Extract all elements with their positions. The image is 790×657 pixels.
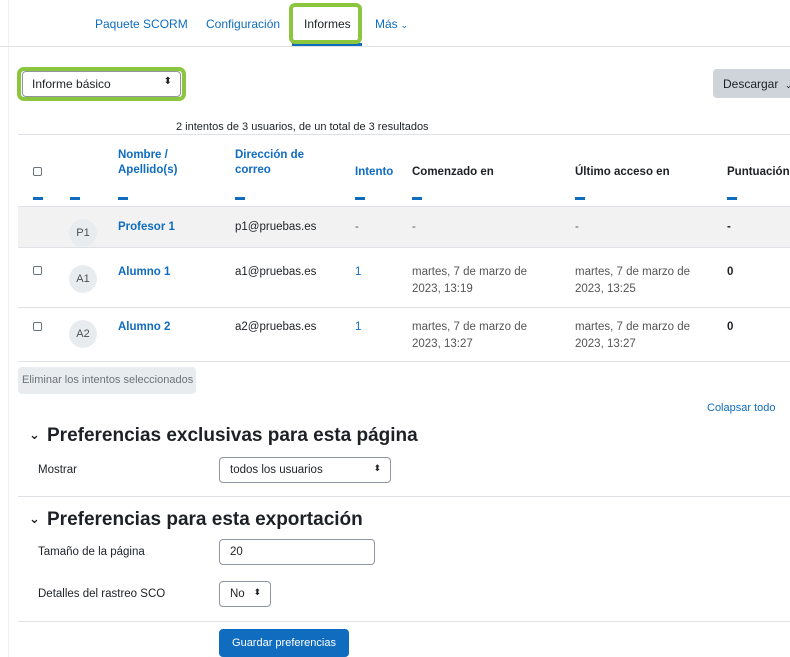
section-header-export-preferences[interactable]: ⌄ Preferencias para esta exportación <box>29 509 363 531</box>
tab-scorm-package[interactable]: Paquete SCORM <box>95 17 188 31</box>
attempt-link[interactable]: 1 <box>355 264 361 281</box>
row-divider <box>18 307 790 308</box>
collapse-column-icon[interactable] <box>412 197 422 200</box>
table-bottom-border <box>18 361 790 362</box>
started-value: martes, 7 de marzo de 2023, 13:27 <box>412 321 528 350</box>
user-email: p1@pruebas.es <box>235 221 317 233</box>
header-started[interactable]: Comenzado en <box>412 165 494 180</box>
show-users-select[interactable]: todos los usuarios ⬍ <box>219 457 391 483</box>
attempt-value: - <box>355 221 359 233</box>
last-access-value: martes, 7 de marzo de 2023, 13:25 <box>575 266 691 295</box>
collapse-all-link[interactable]: Colapsar todo <box>707 402 776 414</box>
score-value: 0 <box>727 266 734 278</box>
section-title: Preferencias exclusivas para esta página <box>47 425 418 446</box>
user-email: a2@pruebas.es <box>235 321 317 333</box>
download-label: Descargar <box>723 77 779 91</box>
section-header-page-preferences[interactable]: ⌄ Preferencias exclusivas para esta págin… <box>29 425 418 447</box>
row-checkbox[interactable] <box>33 266 42 275</box>
last-access-value: - <box>575 221 579 233</box>
user-email: a1@pruebas.es <box>235 266 317 278</box>
delete-attempts-button[interactable]: Eliminar los intentos seleccionados <box>18 367 196 394</box>
select-arrows-icon: ⬍ <box>253 587 261 597</box>
user-name-link[interactable]: Profesor 1 <box>118 219 175 236</box>
results-summary: 2 intentos de 3 usuarios, de un total de… <box>176 121 429 133</box>
select-all-checkbox[interactable] <box>33 167 42 176</box>
header-last-access[interactable]: Último acceso en <box>575 165 670 180</box>
user-name-link[interactable]: Alumno 2 <box>118 319 170 336</box>
page-size-label: Tamaño de la página <box>38 546 145 558</box>
avatar: P1 <box>69 219 97 247</box>
tab-settings[interactable]: Configuración <box>206 17 280 31</box>
collapse-column-icon[interactable] <box>727 197 737 200</box>
section-divider <box>18 496 790 497</box>
show-users-value: todos los usuarios <box>230 464 323 476</box>
sco-tracking-select[interactable]: No ⬍ <box>219 581 271 607</box>
header-attempt[interactable]: Intento <box>355 165 393 180</box>
collapse-column-icon[interactable] <box>235 197 245 200</box>
page-size-input[interactable]: 20 <box>219 539 375 565</box>
chevron-down-icon: ⌄ <box>29 427 40 442</box>
row-checkbox[interactable] <box>33 322 42 331</box>
header-score[interactable]: Puntuación <box>727 165 790 180</box>
header-email[interactable]: Dirección de correo <box>235 148 325 178</box>
collapse-column-icon[interactable] <box>118 197 128 200</box>
secondary-navigation: Paquete SCORM Configuración Informes Más… <box>0 0 790 47</box>
sco-tracking-value: No <box>230 588 245 600</box>
collapse-column-icon[interactable] <box>70 197 80 200</box>
tab-more[interactable]: Más ⌄ <box>375 17 408 31</box>
attempt-link[interactable]: 1 <box>355 319 361 336</box>
section-title: Preferencias para esta exportación <box>47 509 363 530</box>
last-access-value: martes, 7 de marzo de 2023, 13:27 <box>575 321 691 350</box>
download-button[interactable]: Descargar ⌄ <box>713 69 790 98</box>
collapse-column-icon[interactable] <box>575 197 585 200</box>
started-value: - <box>412 221 416 233</box>
tab-more-label: Más <box>375 17 398 31</box>
user-name-link[interactable]: Alumno 1 <box>118 264 170 281</box>
started-value: martes, 7 de marzo de 2023, 13:19 <box>412 266 528 295</box>
collapse-column-icon[interactable] <box>355 197 365 200</box>
avatar: A2 <box>69 320 97 348</box>
page-size-value: 20 <box>230 546 243 558</box>
chevron-down-icon: ⌄ <box>400 20 409 30</box>
chevron-down-icon: ⌄ <box>784 80 790 90</box>
tab-highlight-box <box>289 3 362 44</box>
avatar: A1 <box>69 265 97 293</box>
collapse-column-icon[interactable] <box>33 197 43 200</box>
sco-tracking-label: Detalles del rastreo SCO <box>38 588 166 600</box>
section-divider <box>18 621 790 622</box>
table-top-border <box>18 134 790 135</box>
save-preferences-button[interactable]: Guardar preferencias <box>219 629 349 657</box>
show-label: Mostrar <box>38 464 77 476</box>
chevron-down-icon: ⌄ <box>29 511 40 526</box>
page-left-border <box>8 0 9 657</box>
header-name[interactable]: Nombre / Apellido(s) <box>118 148 208 178</box>
row-divider <box>18 247 790 248</box>
select-highlight-box <box>17 67 186 101</box>
score-value: - <box>727 221 731 233</box>
select-arrows-icon: ⬍ <box>373 463 381 473</box>
score-value: 0 <box>727 321 734 333</box>
